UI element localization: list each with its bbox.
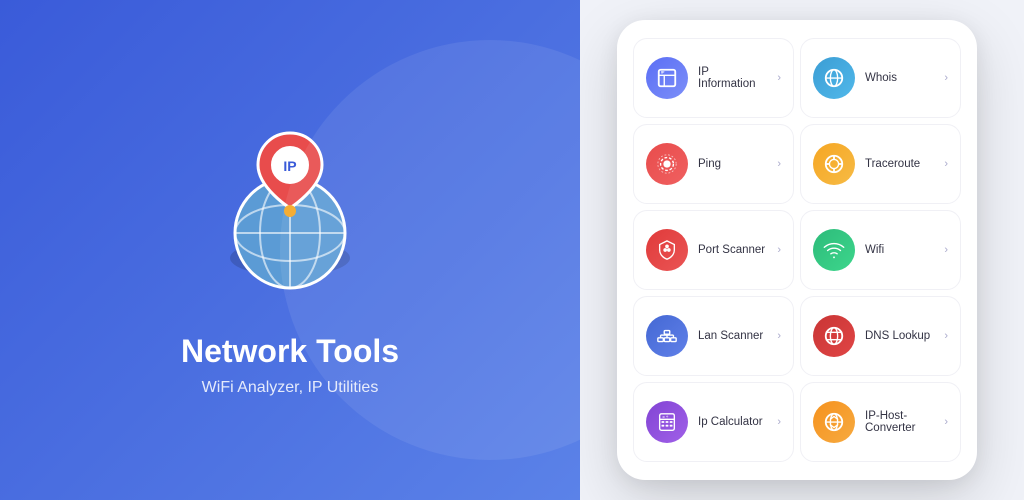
ip-calculator-chevron: › <box>777 416 781 428</box>
traceroute-label: Traceroute <box>865 158 934 170</box>
phone-mockup: IP IP Information › Whois › <box>617 20 977 480</box>
left-panel: IP Network Tools WiFi Analyzer, IP Utili… <box>0 0 580 500</box>
svg-text:IP: IP <box>283 158 296 174</box>
traceroute-icon <box>813 143 855 185</box>
app-subtitle: WiFi Analyzer, IP Utilities <box>202 379 379 397</box>
lan-scanner-label: Lan Scanner <box>698 330 767 342</box>
ip-host-converter-chevron: › <box>944 416 948 428</box>
ping-chevron: › <box>777 158 781 170</box>
tool-whois[interactable]: Whois › <box>800 38 961 118</box>
tool-dns-lookup[interactable]: DNS Lookup › <box>800 296 961 376</box>
ip-calculator-label: Ip Calculator <box>698 416 767 428</box>
wifi-icon <box>813 229 855 271</box>
ping-label: Ping <box>698 158 767 170</box>
port-scanner-label: Port Scanner <box>698 244 767 256</box>
lan-scanner-icon <box>646 315 688 357</box>
tool-port-scanner[interactable]: Port Scanner › <box>633 210 794 290</box>
tools-grid: IP IP Information › Whois › <box>633 38 961 462</box>
svg-text:IP: IP <box>661 70 665 74</box>
tool-ip-host-converter[interactable]: IP-Host-Converter › <box>800 382 961 462</box>
port-scanner-icon <box>646 229 688 271</box>
ip-host-converter-icon <box>813 401 855 443</box>
ip-information-icon: IP <box>646 57 688 99</box>
lan-scanner-chevron: › <box>777 330 781 342</box>
svg-text:= ÷: = ÷ <box>662 414 669 419</box>
wifi-label: Wifi <box>865 244 934 256</box>
globe-logo-icon: IP <box>190 103 390 303</box>
ip-information-chevron: › <box>777 72 781 84</box>
dns-lookup-icon <box>813 315 855 357</box>
port-scanner-chevron: › <box>777 244 781 256</box>
ip-host-converter-label: IP-Host-Converter <box>865 410 934 434</box>
dns-lookup-label: DNS Lookup <box>865 330 934 342</box>
wifi-chevron: › <box>944 244 948 256</box>
tool-ip-calculator[interactable]: = ÷ Ip Calculator › <box>633 382 794 462</box>
whois-chevron: › <box>944 72 948 84</box>
traceroute-chevron: › <box>944 158 948 170</box>
tool-traceroute[interactable]: Traceroute › <box>800 124 961 204</box>
whois-icon <box>813 57 855 99</box>
whois-label: Whois <box>865 72 934 84</box>
ip-calculator-icon: = ÷ <box>646 401 688 443</box>
ping-icon <box>646 143 688 185</box>
app-title: Network Tools <box>181 332 399 370</box>
ip-information-label: IP Information <box>698 66 767 90</box>
right-panel: IP IP Information › Whois › <box>580 0 1024 500</box>
tool-ip-information[interactable]: IP IP Information › <box>633 38 794 118</box>
logo-container: IP <box>190 103 390 308</box>
dns-lookup-chevron: › <box>944 330 948 342</box>
tool-lan-scanner[interactable]: Lan Scanner › <box>633 296 794 376</box>
tool-ping[interactable]: Ping › <box>633 124 794 204</box>
tool-wifi[interactable]: Wifi › <box>800 210 961 290</box>
